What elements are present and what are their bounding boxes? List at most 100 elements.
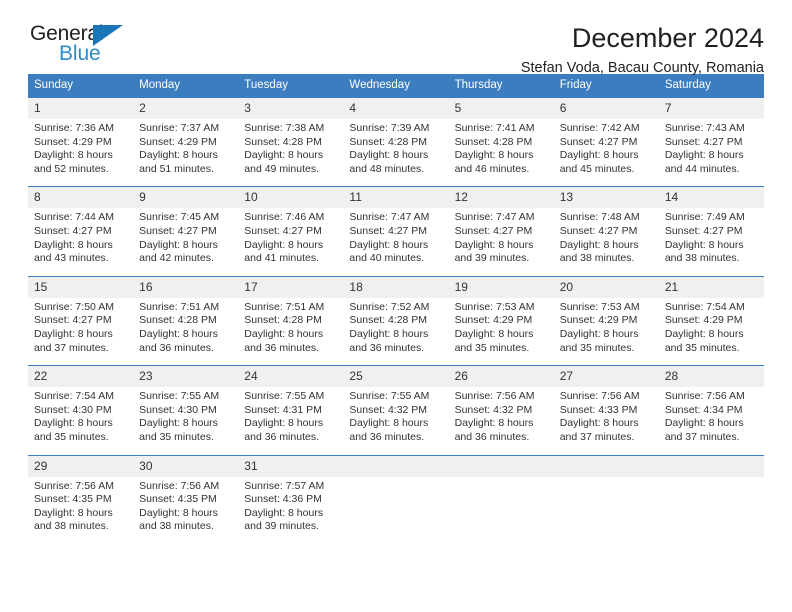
day-number[interactable]: 23 — [133, 365, 239, 388]
sunrise-text: Sunrise: 7:50 AM — [34, 300, 114, 313]
day-cell[interactable]: Sunrise: 7:47 AM Sunset: 4:27 PM Dayligh… — [448, 208, 554, 277]
day-cell[interactable]: Sunrise: 7:56 AM Sunset: 4:35 PM Dayligh… — [28, 476, 134, 544]
day-number[interactable]: 20 — [553, 275, 659, 298]
day-number-row: 29 30 31 — [28, 454, 764, 477]
day-number[interactable]: 4 — [343, 97, 449, 119]
day-number-row: 1 2 3 4 5 6 7 — [28, 97, 764, 119]
day-number[interactable]: 1 — [28, 97, 134, 119]
daylight-text-line2: and 45 minutes. — [559, 162, 635, 175]
day-number[interactable]: 8 — [28, 186, 134, 209]
day-number[interactable]: 2 — [133, 97, 239, 119]
day-cell[interactable]: Sunrise: 7:36 AM Sunset: 4:29 PM Dayligh… — [28, 119, 134, 187]
day-info-row: Sunrise: 7:50 AM Sunset: 4:27 PM Dayligh… — [28, 297, 764, 366]
day-number[interactable]: 9 — [133, 186, 239, 209]
day-cell[interactable]: Sunrise: 7:50 AM Sunset: 4:27 PM Dayligh… — [28, 297, 134, 366]
day-cell[interactable]: Sunrise: 7:54 AM Sunset: 4:30 PM Dayligh… — [28, 387, 134, 455]
day-cell[interactable]: Sunrise: 7:47 AM Sunset: 4:27 PM Dayligh… — [343, 208, 449, 277]
sunrise-text: Sunrise: 7:46 AM — [244, 211, 325, 224]
day-cell[interactable]: Sunrise: 7:55 AM Sunset: 4:32 PM Dayligh… — [343, 387, 449, 455]
day-number[interactable]: 6 — [553, 97, 659, 119]
sunset-text: Sunset: 4:32 PM — [349, 403, 428, 416]
daylight-text-line2: and 35 minutes. — [664, 341, 740, 354]
day-number-row: 8 9 10 11 12 13 14 — [28, 186, 764, 209]
day-cell[interactable]: Sunrise: 7:51 AM Sunset: 4:28 PM Dayligh… — [238, 297, 344, 366]
day-number[interactable]: 11 — [343, 186, 449, 209]
day-cell[interactable]: Sunrise: 7:45 AM Sunset: 4:27 PM Dayligh… — [133, 208, 239, 277]
sunset-text: Sunset: 4:35 PM — [34, 493, 112, 506]
sunrise-text: Sunrise: 7:53 AM — [559, 300, 640, 313]
day-cell[interactable]: Sunrise: 7:48 AM Sunset: 4:27 PM Dayligh… — [553, 208, 659, 277]
day-info-row: Sunrise: 7:44 AM Sunset: 4:27 PM Dayligh… — [28, 208, 764, 277]
day-number[interactable]: 18 — [343, 275, 449, 298]
day-cell[interactable]: Sunrise: 7:52 AM Sunset: 4:28 PM Dayligh… — [343, 297, 449, 366]
day-cell[interactable]: Sunrise: 7:53 AM Sunset: 4:29 PM Dayligh… — [448, 297, 554, 366]
day-number[interactable]: 12 — [448, 186, 554, 209]
day-cell[interactable]: Sunrise: 7:39 AM Sunset: 4:28 PM Dayligh… — [343, 119, 449, 187]
day-number[interactable]: 15 — [28, 275, 134, 298]
sunset-text: Sunset: 4:28 PM — [244, 314, 322, 327]
day-number[interactable]: 16 — [133, 275, 239, 298]
day-number[interactable]: 3 — [238, 97, 344, 119]
day-cell[interactable]: Sunrise: 7:53 AM Sunset: 4:29 PM Dayligh… — [553, 297, 659, 366]
sunset-text: Sunset: 4:28 PM — [139, 314, 217, 327]
day-info-row: Sunrise: 7:56 AM Sunset: 4:35 PM Dayligh… — [28, 476, 764, 544]
daylight-text-line1: Daylight: 8 hours — [664, 238, 744, 251]
day-cell[interactable]: Sunrise: 7:37 AM Sunset: 4:29 PM Dayligh… — [133, 119, 239, 187]
day-number[interactable]: 21 — [658, 275, 764, 298]
daylight-text-line2: and 36 minutes. — [454, 430, 530, 443]
sunrise-text: Sunrise: 7:36 AM — [34, 122, 114, 134]
sunrise-text: Sunrise: 7:51 AM — [139, 300, 220, 313]
day-number[interactable]: 26 — [448, 365, 554, 388]
day-number[interactable]: 29 — [28, 454, 134, 477]
day-number[interactable]: 27 — [553, 365, 659, 388]
day-number[interactable]: 5 — [448, 97, 554, 119]
daylight-text-line2: and 38 minutes. — [664, 252, 740, 265]
sunrise-text: Sunrise: 7:47 AM — [454, 211, 535, 224]
day-number[interactable]: 17 — [238, 275, 344, 298]
sunset-text: Sunset: 4:28 PM — [244, 135, 322, 148]
day-number[interactable]: 19 — [448, 275, 554, 298]
day-number[interactable]: 10 — [238, 186, 344, 209]
day-cell[interactable]: Sunrise: 7:55 AM Sunset: 4:31 PM Dayligh… — [238, 387, 344, 455]
day-cell[interactable]: Sunrise: 7:46 AM Sunset: 4:27 PM Dayligh… — [238, 208, 344, 277]
day-number[interactable]: 22 — [28, 365, 134, 388]
day-cell[interactable]: Sunrise: 7:42 AM Sunset: 4:27 PM Dayligh… — [553, 119, 659, 187]
day-number[interactable]: 24 — [238, 365, 344, 388]
daylight-text-line1: Daylight: 8 hours — [559, 238, 639, 251]
day-cell[interactable]: Sunrise: 7:49 AM Sunset: 4:27 PM Dayligh… — [658, 208, 764, 277]
sunrise-text: Sunrise: 7:41 AM — [454, 122, 535, 134]
day-cell[interactable]: Sunrise: 7:43 AM Sunset: 4:27 PM Dayligh… — [658, 119, 764, 187]
page-header: General Blue December 2024 Stefan Voda, … — [28, 0, 764, 76]
day-cell[interactable]: Sunrise: 7:56 AM Sunset: 4:32 PM Dayligh… — [448, 387, 554, 455]
daylight-text-line1: Daylight: 8 hours — [664, 417, 744, 430]
day-cell[interactable]: Sunrise: 7:44 AM Sunset: 4:27 PM Dayligh… — [28, 208, 134, 277]
daylight-text-line1: Daylight: 8 hours — [664, 149, 744, 162]
sunrise-text: Sunrise: 7:55 AM — [139, 390, 220, 403]
sunrise-text: Sunrise: 7:55 AM — [349, 390, 430, 403]
day-cell[interactable]: Sunrise: 7:51 AM Sunset: 4:28 PM Dayligh… — [133, 297, 239, 366]
daylight-text-line2: and 37 minutes. — [34, 341, 109, 354]
general-blue-logo[interactable]: General Blue — [28, 22, 140, 70]
day-number-row: 15 16 17 18 19 20 21 — [28, 275, 764, 298]
daylight-text-line1: Daylight: 8 hours — [139, 506, 218, 519]
day-cell[interactable]: Sunrise: 7:41 AM Sunset: 4:28 PM Dayligh… — [448, 119, 554, 187]
day-cell[interactable]: Sunrise: 7:57 AM Sunset: 4:36 PM Dayligh… — [238, 476, 344, 544]
sunset-text: Sunset: 4:27 PM — [139, 224, 217, 237]
day-number[interactable]: 30 — [133, 454, 239, 477]
daylight-text-line1: Daylight: 8 hours — [664, 327, 744, 340]
daylight-text-line1: Daylight: 8 hours — [349, 417, 429, 430]
sunset-text: Sunset: 4:28 PM — [349, 135, 428, 148]
day-cell[interactable]: Sunrise: 7:56 AM Sunset: 4:35 PM Dayligh… — [133, 476, 239, 544]
day-cell[interactable]: Sunrise: 7:55 AM Sunset: 4:30 PM Dayligh… — [133, 387, 239, 455]
day-cell[interactable]: Sunrise: 7:56 AM Sunset: 4:33 PM Dayligh… — [553, 387, 659, 455]
day-cell[interactable]: Sunrise: 7:56 AM Sunset: 4:34 PM Dayligh… — [658, 387, 764, 455]
day-number[interactable]: 7 — [658, 97, 764, 119]
day-number[interactable]: 14 — [658, 186, 764, 209]
day-number[interactable]: 13 — [553, 186, 659, 209]
day-number[interactable]: 31 — [238, 454, 344, 477]
day-number[interactable]: 28 — [658, 365, 764, 388]
sunset-text: Sunset: 4:30 PM — [139, 403, 217, 416]
day-cell[interactable]: Sunrise: 7:38 AM Sunset: 4:28 PM Dayligh… — [238, 119, 344, 187]
day-number[interactable]: 25 — [343, 365, 449, 388]
day-cell[interactable]: Sunrise: 7:54 AM Sunset: 4:29 PM Dayligh… — [658, 297, 764, 366]
